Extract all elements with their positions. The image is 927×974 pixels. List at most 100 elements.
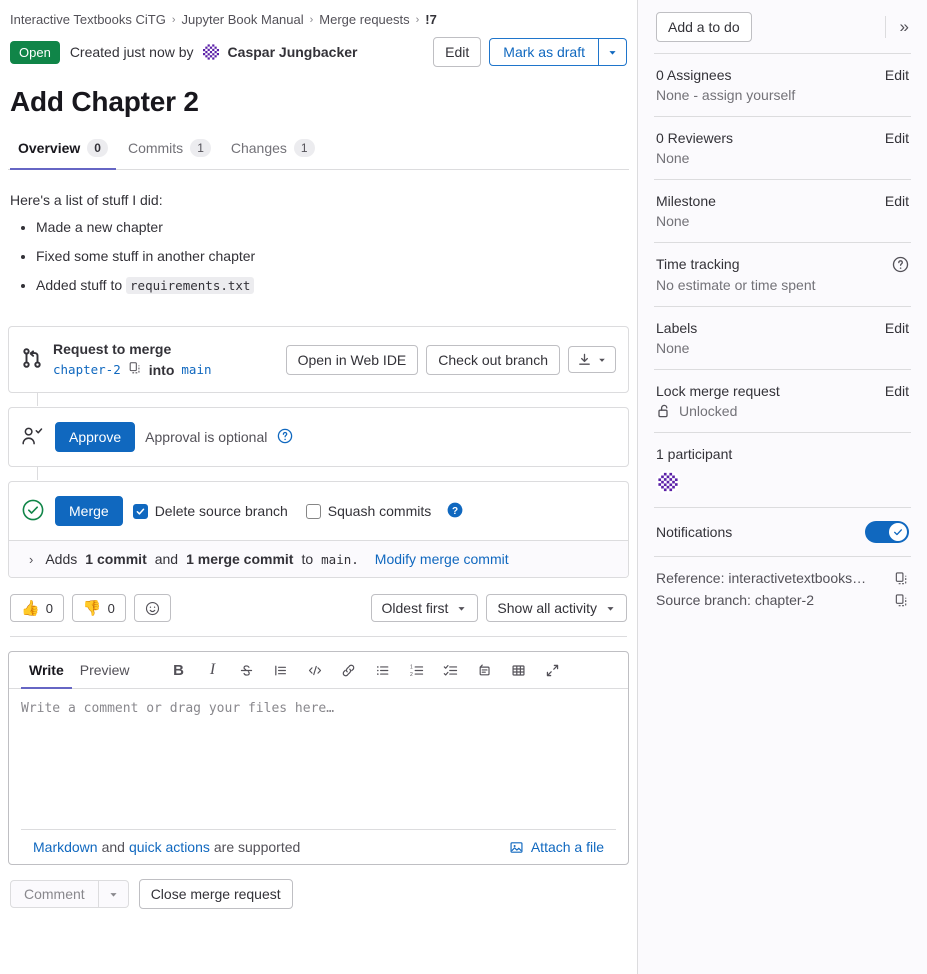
widget-connector-line — [37, 466, 38, 480]
adds-prefix: Adds — [45, 551, 77, 567]
participant-avatar[interactable] — [656, 470, 680, 494]
tab-overview[interactable]: Overview 0 — [10, 133, 116, 170]
quote-icon[interactable] — [268, 658, 294, 682]
list-item-text: Made a new chapter — [36, 219, 163, 235]
commit-count: 1 commit — [85, 551, 146, 567]
squash-commits-checkbox[interactable]: Squash commits — [306, 503, 431, 519]
activity-filter-dropdown[interactable]: Show all activity — [486, 594, 627, 622]
milestone-edit-button[interactable]: Edit — [885, 193, 909, 209]
collapsible-section-icon[interactable] — [472, 658, 498, 682]
markdown-link[interactable]: Markdown — [33, 839, 98, 855]
tab-commits-label: Commits — [128, 140, 183, 156]
merge-button[interactable]: Merge — [55, 496, 123, 526]
labels-edit-button[interactable]: Edit — [885, 320, 909, 336]
participants-header: 1 participant — [656, 446, 909, 462]
sort-order-dropdown[interactable]: Oldest first — [371, 594, 479, 622]
approve-button[interactable]: Approve — [55, 422, 135, 452]
check-icon — [892, 526, 904, 538]
table-icon[interactable] — [506, 658, 532, 682]
assignees-edit-button[interactable]: Edit — [885, 67, 909, 83]
bullet-list-icon[interactable] — [370, 658, 396, 682]
tab-commits[interactable]: Commits 1 — [120, 133, 219, 170]
source-branch-label: Source branch: chapter‑2 — [656, 592, 814, 608]
modify-merge-commit-link[interactable]: Modify merge commit — [375, 551, 509, 567]
status-row: Open Created just now by — [8, 33, 629, 73]
supported-text: are supported — [214, 839, 300, 855]
link-icon[interactable] — [336, 658, 362, 682]
thumbs-down-icon: 👎 — [83, 601, 102, 616]
header-actions: Edit Mark as draft — [433, 37, 627, 67]
copy-source-branch-icon[interactable] — [894, 593, 909, 608]
tab-overview-label: Overview — [18, 140, 80, 156]
milestone-title: Milestone — [656, 193, 716, 209]
thumbs-up-reaction-button[interactable]: 👍 0 — [10, 594, 64, 622]
bold-icon[interactable]: B — [166, 658, 192, 682]
avatar[interactable] — [201, 42, 221, 62]
target-branch-link[interactable]: main — [181, 362, 211, 377]
quick-actions-link[interactable]: quick actions — [129, 839, 210, 855]
mark-as-draft-split-button: Mark as draft — [489, 38, 627, 66]
squash-commits-label: Squash commits — [328, 503, 431, 519]
code-icon[interactable] — [302, 658, 328, 682]
copy-reference-icon[interactable] — [894, 571, 909, 586]
task-list-icon[interactable] — [438, 658, 464, 682]
page-title: Add Chapter 2 — [10, 85, 627, 119]
copy-branch-icon[interactable] — [128, 361, 142, 378]
mark-as-draft-dropdown-button[interactable] — [599, 38, 627, 66]
breadcrumb-item-merge-requests[interactable]: Merge requests — [319, 12, 409, 27]
notifications-row: Notifications — [656, 521, 909, 543]
close-merge-request-button[interactable]: Close merge request — [139, 879, 293, 909]
merge-commit-count: 1 merge commit — [186, 551, 293, 567]
time-tracking-help-icon[interactable] — [892, 256, 909, 273]
merge-widget: Merge Delete source branch Squash commit… — [8, 481, 629, 578]
activity-filter-label: Show all activity — [497, 600, 597, 616]
approval-help-icon[interactable] — [277, 428, 293, 447]
expand-chevron-icon[interactable]: › — [21, 552, 37, 567]
fullscreen-icon[interactable] — [540, 658, 566, 682]
comment-textarea[interactable]: Write a comment or drag your files here… — [9, 689, 628, 829]
download-dropdown-button[interactable] — [568, 346, 616, 373]
source-branch-link[interactable]: chapter‑2 — [53, 362, 121, 377]
time-tracking-header: Time tracking — [656, 256, 909, 273]
open-in-web-ide-button[interactable]: Open in Web IDE — [286, 345, 419, 375]
approval-optional-text: Approval is optional — [145, 429, 267, 445]
editor-tab-write[interactable]: Write — [21, 658, 72, 689]
check-out-branch-button[interactable]: Check out branch — [426, 345, 560, 375]
tab-changes[interactable]: Changes 1 — [223, 133, 323, 170]
comment-dropdown-button[interactable] — [99, 880, 129, 908]
strikethrough-icon[interactable] — [234, 658, 260, 682]
lock-edit-button[interactable]: Edit — [885, 383, 909, 399]
breadcrumb-item-group[interactable]: Interactive Textbooks CiTG — [10, 12, 166, 27]
edit-button[interactable]: Edit — [433, 37, 481, 67]
merge-ref-actions: Open in Web IDE Check out branch — [286, 345, 616, 375]
thumbs-down-reaction-button[interactable]: 👎 0 — [72, 594, 126, 622]
reviewers-title: 0 Reviewers — [656, 130, 733, 146]
breadcrumb-item-project[interactable]: Jupyter Book Manual — [182, 12, 304, 27]
attach-file-button[interactable]: Attach a file — [509, 839, 604, 855]
squash-help-icon[interactable]: ? — [447, 502, 463, 521]
comment-button[interactable]: Comment — [10, 880, 99, 908]
list-item: Made a new chapter — [36, 218, 627, 236]
assignees-header: 0 Assignees Edit — [656, 67, 909, 83]
editor-tab-preview[interactable]: Preview — [72, 658, 138, 689]
assignees-value[interactable]: None - assign yourself — [656, 87, 909, 103]
add-reaction-button[interactable] — [134, 594, 171, 622]
tab-bar: Overview 0 Commits 1 Changes 1 — [8, 133, 629, 170]
toggle-knob — [889, 523, 907, 541]
formatting-toolbar: B I — [166, 658, 566, 688]
breadcrumb-item-current[interactable]: !7 — [425, 12, 437, 27]
mark-as-draft-button[interactable]: Mark as draft — [489, 38, 599, 66]
delete-source-branch-checkbox[interactable]: Delete source branch — [133, 503, 288, 519]
italic-icon[interactable]: I — [200, 658, 226, 682]
collapse-sidebar-icon[interactable]: » — [898, 17, 911, 37]
reviewers-header: 0 Reviewers Edit — [656, 130, 909, 146]
and-word: and — [155, 551, 178, 567]
time-tracking-value: No estimate or time spent — [656, 277, 909, 293]
breadcrumb-separator-icon: › — [172, 14, 176, 26]
notifications-toggle[interactable] — [865, 521, 909, 543]
author-name[interactable]: Caspar Jungbacker — [228, 44, 358, 60]
add-todo-button[interactable]: Add a to do — [656, 12, 752, 42]
reviewers-edit-button[interactable]: Edit — [885, 130, 909, 146]
merge-ref-text: Request to merge chapter‑2 into main — [53, 341, 212, 378]
numbered-list-icon[interactable]: 1 2 — [404, 658, 430, 682]
